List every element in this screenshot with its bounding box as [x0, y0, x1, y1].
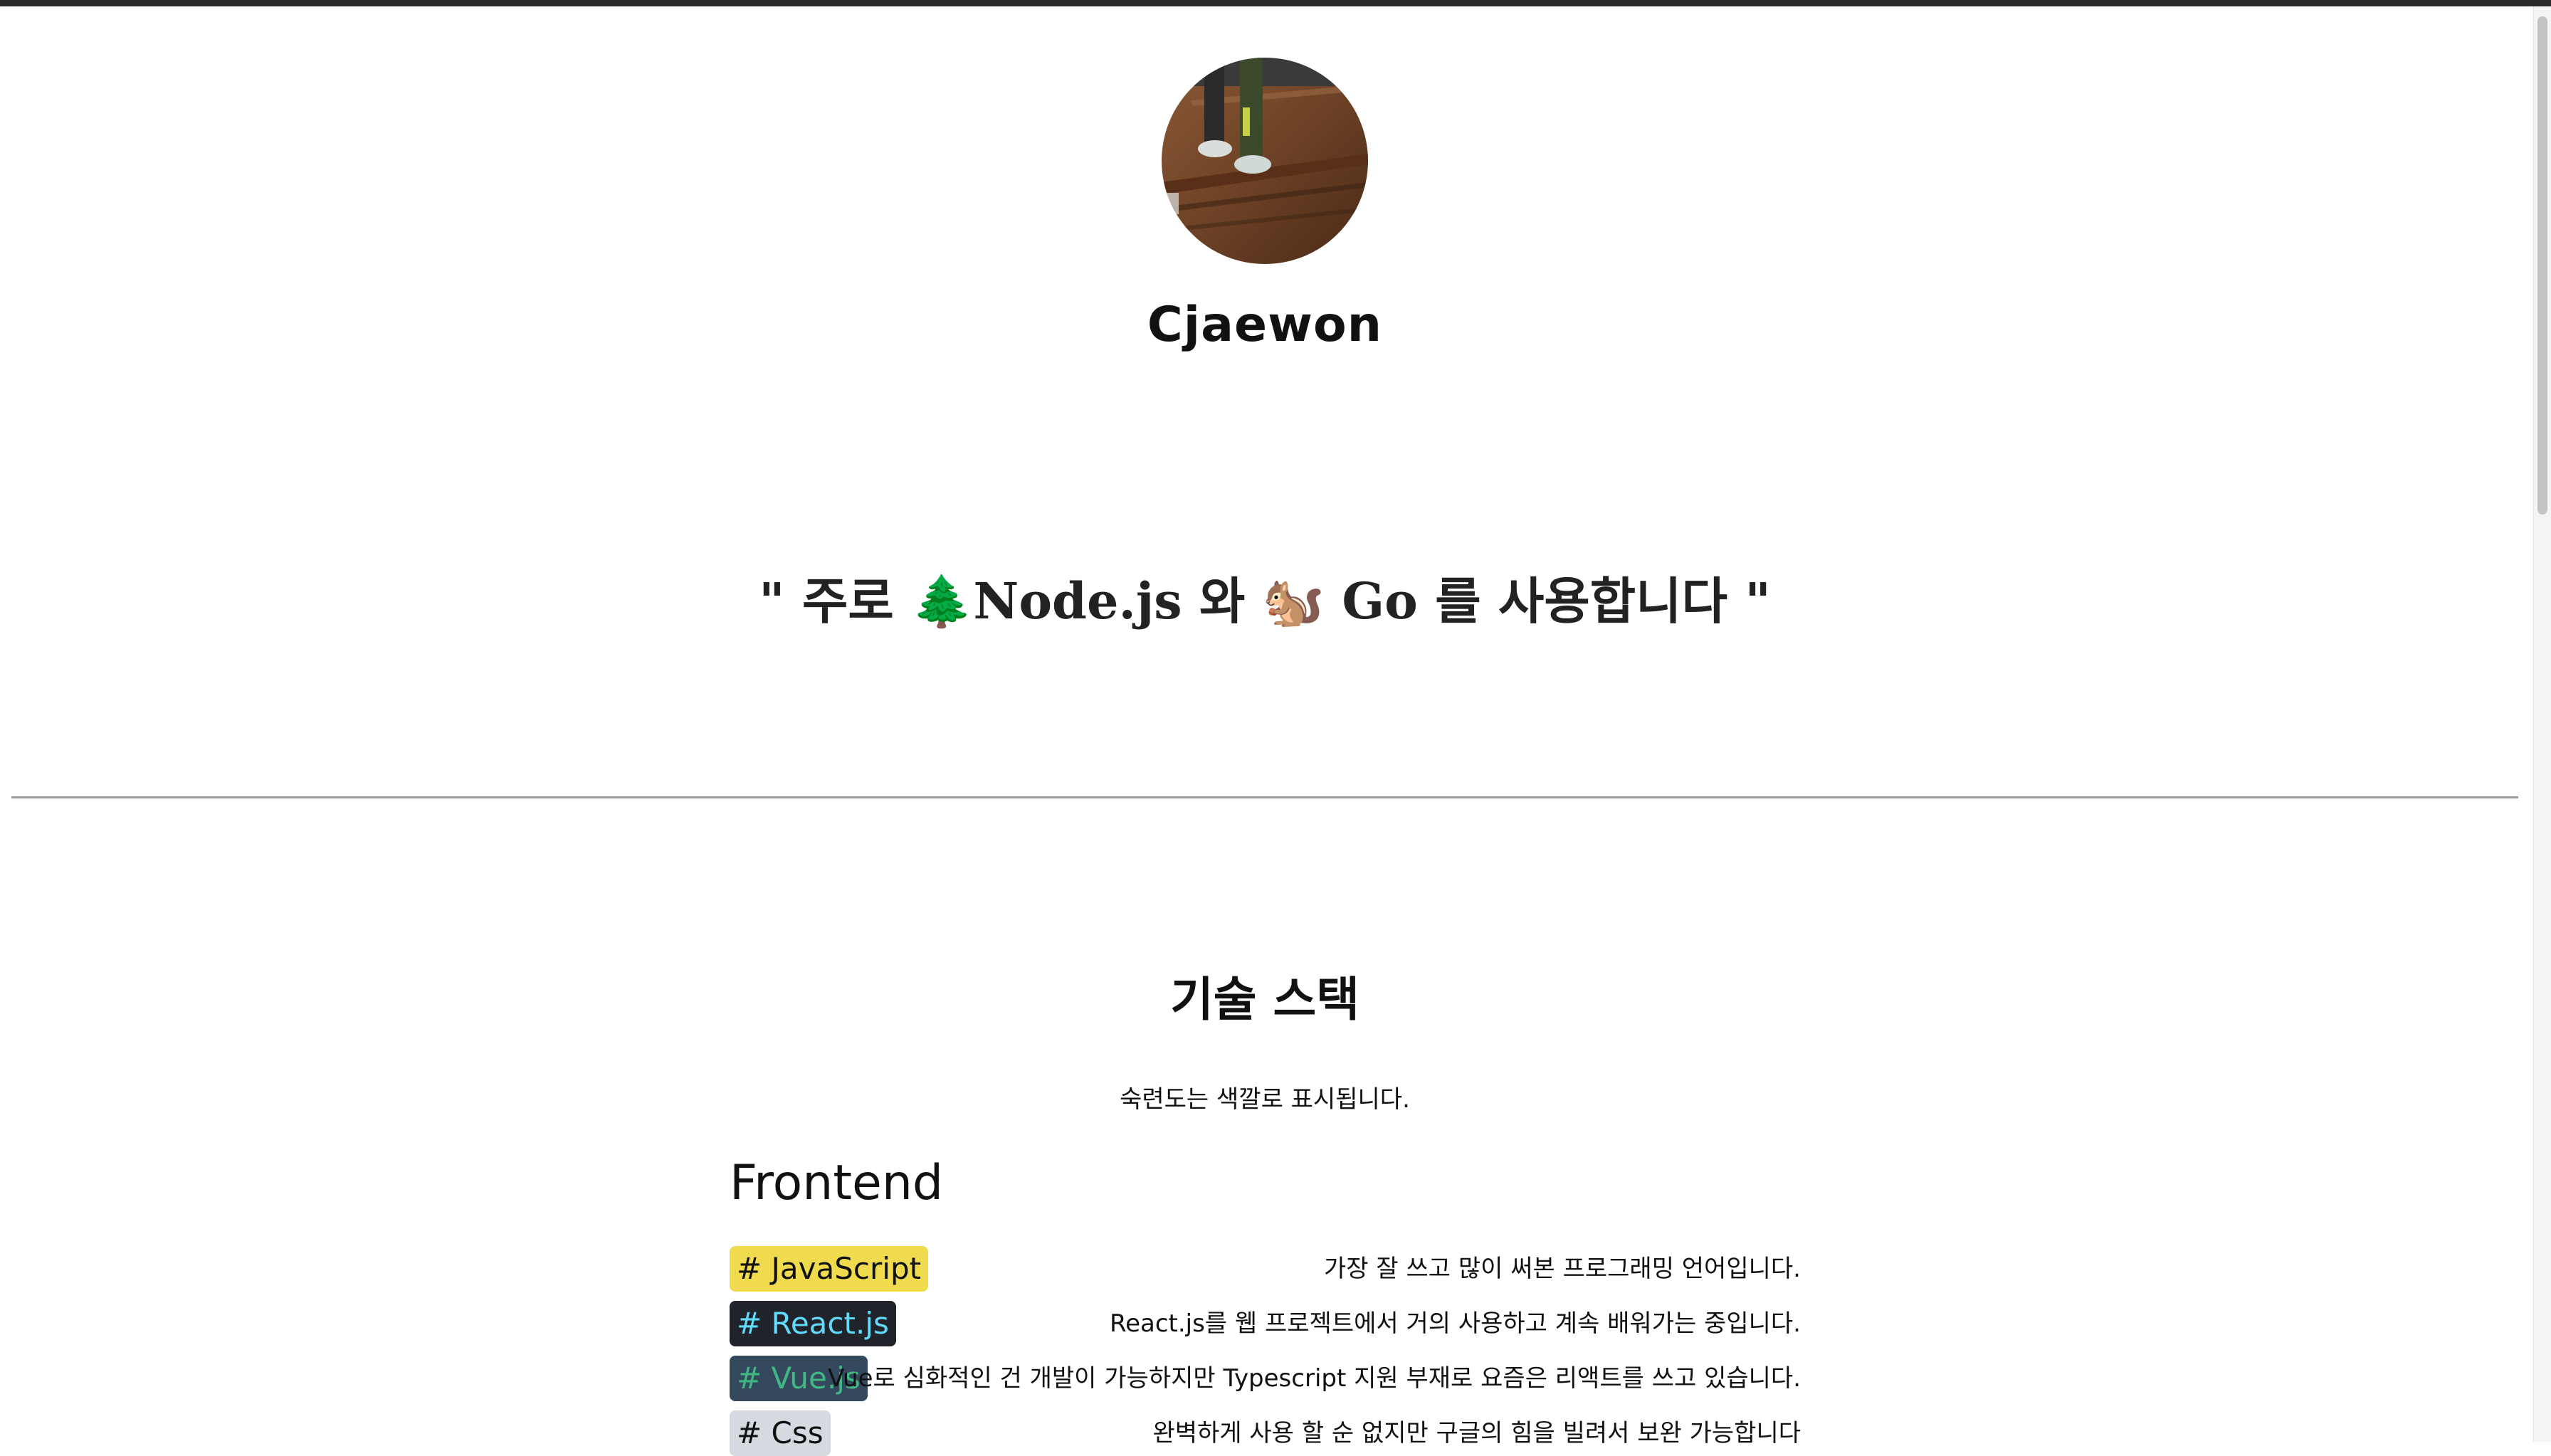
stack-subtitle: 숙련도는 색깔로 표시됩니다.: [1120, 1085, 1410, 1114]
skill-row: # Vue.js Vue로 심화적인 건 개발이 가능하지만 Typescrip…: [730, 1356, 1801, 1401]
motto-lang-2: Go: [1342, 571, 1418, 631]
group-title-frontend: Frontend: [730, 1155, 944, 1211]
window-top-border: [0, 0, 2551, 6]
profile-name: Cjaewon: [1147, 297, 1383, 353]
motto-close-quote: ": [1745, 571, 1771, 631]
skill-description: Vue로 심화적인 건 개발이 가능하지만 Typescript 지원 부재로 …: [828, 1364, 1801, 1393]
skill-tag[interactable]: # JavaScript: [730, 1246, 929, 1292]
stack-title: 기술 스택: [1170, 972, 1359, 1027]
motto-text-3: 를 사용합니다: [1435, 571, 1727, 631]
skill-row: # JavaScript 가장 잘 쓰고 많이 써본 프로그래밍 언어입니다.: [730, 1246, 1801, 1292]
section-divider: [11, 796, 2518, 798]
scrollbar-thumb[interactable]: [2537, 16, 2547, 515]
squirrel-icon: 🐿️: [1262, 572, 1325, 631]
profile-motto: " 주로 🌲Node.js 와 🐿️ Go 를 사용합니다 ": [0, 561, 2530, 633]
skill-row: # React.js React.js를 웹 프로젝트에서 거의 사용하고 계속…: [730, 1301, 1801, 1346]
motto-open-quote: ": [759, 571, 785, 631]
motto-lang-1: Node.js: [973, 571, 1182, 631]
scrollbar[interactable]: [2533, 6, 2551, 1442]
skill-description: React.js를 웹 프로젝트에서 거의 사용하고 계속 배워가는 중입니다.: [1109, 1309, 1801, 1338]
skill-row: # Css 완벽하게 사용 할 순 없지만 구글의 힘을 빌려서 보완 가능합니…: [730, 1410, 1801, 1456]
tree-icon: 🌲: [911, 572, 974, 631]
skill-description: 가장 잘 쓰고 많이 써본 프로그래밍 언어입니다.: [1324, 1255, 1801, 1283]
profile-page: Cjaewon " 주로 🌲Node.js 와 🐿️ Go 를 사용합니다 " …: [0, 6, 2534, 1456]
motto-text-2: 와: [1199, 571, 1246, 631]
skill-tag[interactable]: # React.js: [730, 1301, 896, 1346]
skill-tag[interactable]: # Css: [730, 1410, 831, 1456]
motto-text-1: 주로: [802, 571, 894, 631]
avatar: [1162, 58, 1368, 264]
skill-description: 완벽하게 사용 할 순 없지만 구글의 힘을 빌려서 보완 가능합니다: [1152, 1419, 1801, 1447]
avatar-photo: [1162, 58, 1368, 264]
